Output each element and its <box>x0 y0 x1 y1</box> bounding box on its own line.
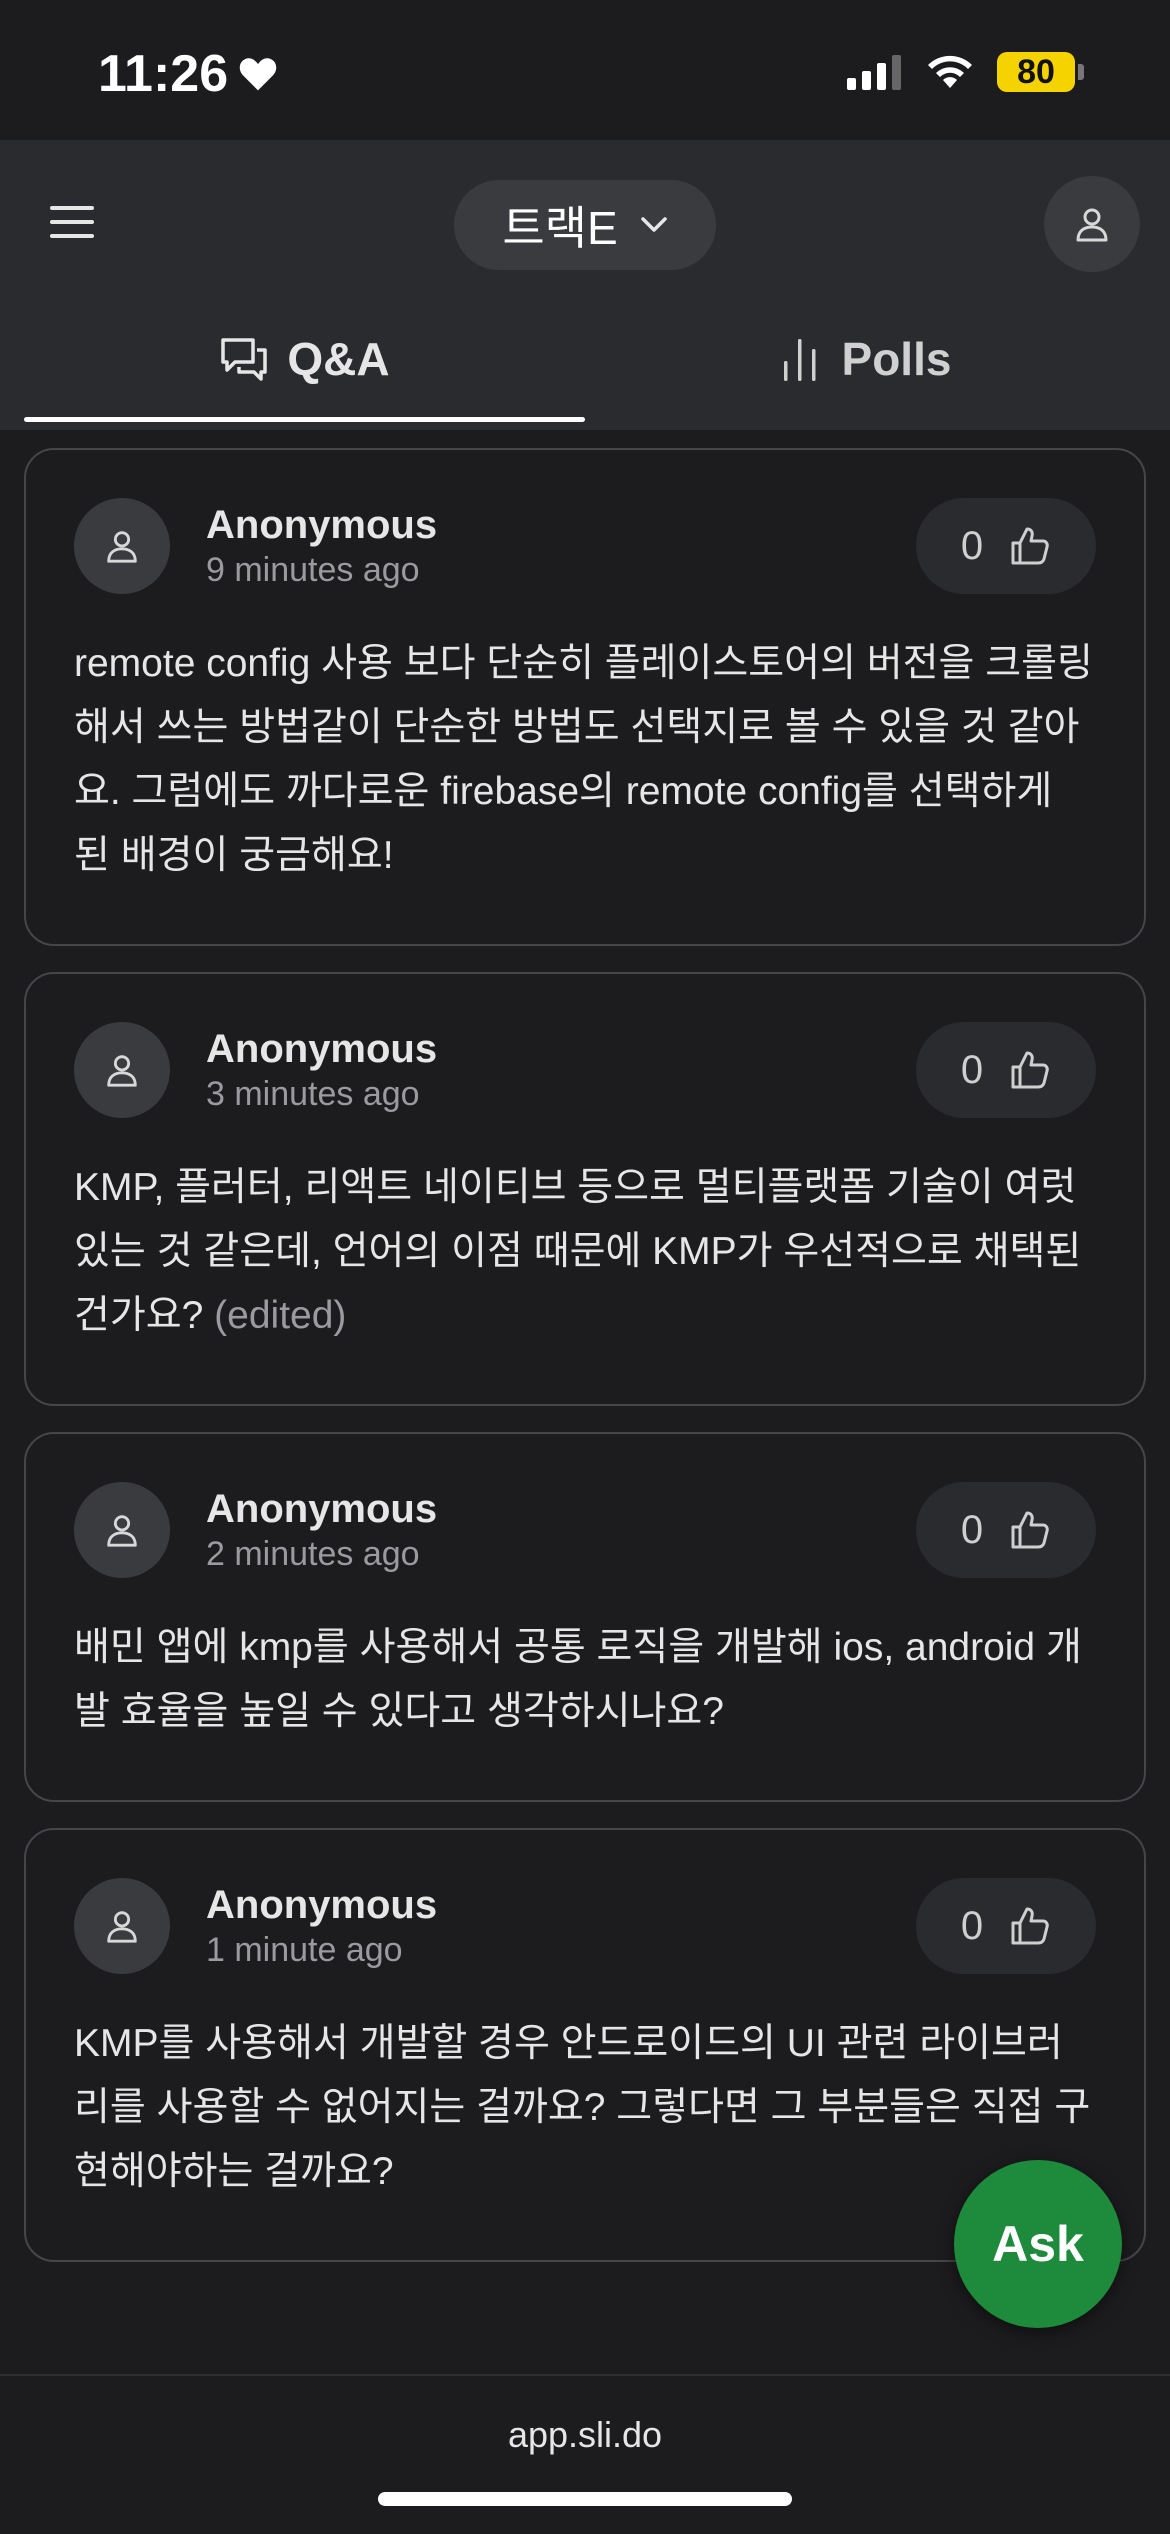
like-button[interactable]: 0 <box>916 1482 1096 1578</box>
track-label: 트랙E <box>502 202 618 254</box>
question-text: remote config 사용 보다 단순히 플레이스토어의 버전을 크롤링 … <box>74 632 1096 888</box>
question-meta: Anonymous 2 minutes ago <box>206 1485 437 1575</box>
question-card[interactable]: Anonymous 3 minutes ago 0 KMP, 플러터, 리액트 … <box>24 972 1146 1406</box>
like-count: 0 <box>960 1047 984 1092</box>
ask-button[interactable]: Ask <box>954 2160 1122 2328</box>
author-name: Anonymous <box>206 1487 438 1531</box>
like-button[interactable]: 0 <box>916 1878 1096 1974</box>
wifi-icon <box>928 55 972 88</box>
question-meta: Anonymous 9 minutes ago <box>206 501 437 591</box>
like-button[interactable]: 0 <box>916 498 1096 594</box>
clock: 11:26 <box>98 45 229 103</box>
thumbs-up-icon <box>1011 527 1049 565</box>
question-time: 9 minutes ago <box>206 551 420 589</box>
like-count: 0 <box>960 1507 984 1552</box>
tab-qa-label: Q&A <box>287 333 390 385</box>
like-count: 0 <box>960 1903 984 1948</box>
track-selector[interactable]: 트랙E <box>454 180 716 270</box>
thumbs-up-icon <box>1011 1051 1049 1089</box>
chat-bubbles-icon <box>221 338 268 381</box>
question-card[interactable]: Anonymous 2 minutes ago 0 배민 앱에 kmp를 사용해… <box>24 1432 1146 1802</box>
question-meta: Anonymous 3 minutes ago <box>206 1025 437 1115</box>
app-header: 트랙E Q&A Polls <box>0 140 1170 430</box>
chevron-down-icon <box>640 217 667 232</box>
edited-label: (edited) <box>214 1294 347 1337</box>
cellular-signal-icon <box>847 55 901 90</box>
author-name: Anonymous <box>206 1883 438 1927</box>
thumbs-up-icon <box>1011 1907 1049 1945</box>
avatar <box>74 498 170 594</box>
questions-feed: Anonymous 9 minutes ago 0 remote config … <box>24 448 1146 2288</box>
status-bar: 11:26 80 <box>0 0 1170 140</box>
user-icon <box>107 531 137 563</box>
avatar <box>74 1878 170 1974</box>
heart-icon <box>239 58 277 91</box>
thumbs-up-icon <box>1011 1511 1049 1549</box>
tab-qa[interactable]: Q&A <box>24 288 585 430</box>
url-display[interactable]: app.sli.do <box>0 2414 1170 2456</box>
tab-polls[interactable]: Polls <box>585 288 1146 430</box>
question-time: 3 minutes ago <box>206 1075 420 1113</box>
profile-button[interactable] <box>1044 176 1140 272</box>
battery-tip <box>1078 64 1084 80</box>
question-body: 배민 앱에 kmp를 사용해서 공통 로직을 개발해 ios, android … <box>74 1626 1082 1733</box>
question-time: 2 minutes ago <box>206 1535 420 1573</box>
browser-bottom-bar: app.sli.do <box>0 2374 1170 2534</box>
tab-polls-label: Polls <box>841 333 952 385</box>
like-count: 0 <box>960 523 984 568</box>
tab-bar: Q&A Polls <box>24 288 1146 430</box>
avatar <box>74 1022 170 1118</box>
question-body: remote config 사용 보다 단순히 플레이스토어의 버전을 크롤링 … <box>74 642 1093 877</box>
question-text: 배민 앱에 kmp를 사용해서 공통 로직을 개발해 ios, android … <box>74 1616 1096 1744</box>
question-text: KMP, 플러터, 리액트 네이티브 등으로 멀티플랫폼 기술이 여럿 있는 것… <box>74 1156 1096 1348</box>
status-time: 11:26 <box>98 44 278 104</box>
home-indicator[interactable] <box>378 2492 792 2506</box>
status-indicators: 80 <box>847 52 1084 92</box>
user-icon <box>107 1911 137 1943</box>
hamburger-menu-icon <box>50 206 94 238</box>
battery-level: 80 <box>997 52 1075 92</box>
question-text: KMP를 사용해서 개발할 경우 안드로이드의 UI 관련 라이브러리를 사용할… <box>74 2012 1096 2204</box>
question-meta: Anonymous 1 minute ago <box>206 1881 437 1971</box>
user-icon <box>1076 208 1108 242</box>
question-time: 1 minute ago <box>206 1931 403 1969</box>
author-name: Anonymous <box>206 1027 438 1071</box>
bar-chart-icon <box>783 339 816 381</box>
user-icon <box>107 1515 137 1547</box>
avatar <box>74 1482 170 1578</box>
question-body: KMP를 사용해서 개발할 경우 안드로이드의 UI 관련 라이브러리를 사용할… <box>74 2022 1091 2193</box>
question-card[interactable]: Anonymous 9 minutes ago 0 remote config … <box>24 448 1146 946</box>
author-name: Anonymous <box>206 503 438 547</box>
user-icon <box>107 1055 137 1087</box>
like-button[interactable]: 0 <box>916 1022 1096 1118</box>
menu-button[interactable] <box>48 198 96 246</box>
battery-indicator: 80 <box>997 52 1084 92</box>
